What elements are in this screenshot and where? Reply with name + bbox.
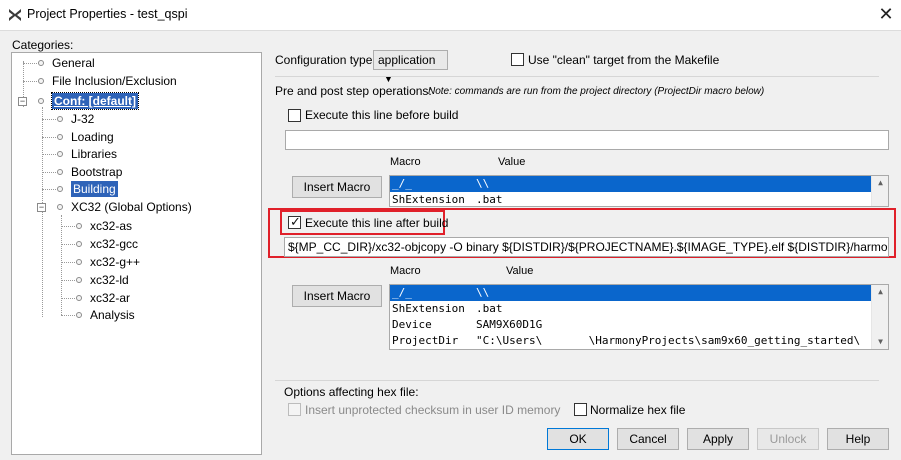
macro-name: Device xyxy=(392,318,432,331)
tree-item-xc32-gcc[interactable]: xc32-gcc xyxy=(76,236,138,252)
tree-item-analysis[interactable]: Analysis xyxy=(76,307,135,323)
tree-item-xc32-global[interactable]: XC32 (Global Options) xyxy=(57,199,192,215)
scroll-down-icon[interactable]: ▼ xyxy=(872,335,888,349)
value-column-header: Value xyxy=(506,265,534,277)
use-clean-checkbox[interactable] xyxy=(511,53,524,66)
insert-macro-button-before[interactable]: Insert Macro xyxy=(292,176,382,198)
macro-column-header: Macro xyxy=(390,156,421,168)
execute-before-checkbox[interactable] xyxy=(288,109,301,122)
divider xyxy=(275,380,879,381)
macro-name: ShExtension xyxy=(392,302,465,315)
unlock-button[interactable]: Unlock xyxy=(757,428,819,450)
tree-item-label: File Inclusion/Exclusion xyxy=(52,74,177,88)
macro-column-header: Macro xyxy=(390,265,421,277)
macro-value: \\ xyxy=(476,177,490,190)
list-item[interactable]: ShExtension .bat xyxy=(390,192,888,206)
divider xyxy=(275,76,879,77)
categories-label: Categories: xyxy=(12,38,74,52)
macro-value: SAM9X60D1G xyxy=(476,318,543,331)
tree-item-label: XC32 (Global Options) xyxy=(71,200,192,214)
macro-name: _/_ xyxy=(392,177,412,190)
before-build-input[interactable] xyxy=(285,130,889,150)
list-item[interactable]: _/_ \\ xyxy=(390,176,871,192)
normalize-hex-checkbox[interactable] xyxy=(574,403,587,416)
tree-item-label: Bootstrap xyxy=(71,165,123,179)
insert-macro-button-after[interactable]: Insert Macro xyxy=(292,285,382,307)
tree-item-label: xc32-ld xyxy=(90,273,129,287)
window-title: Project Properties - test_qspi xyxy=(27,7,188,21)
apply-button[interactable]: Apply xyxy=(687,428,749,450)
tree-item-label: J-32 xyxy=(71,112,95,126)
execute-after-checkbox[interactable] xyxy=(288,214,301,230)
tree-item-label: xc32-g++ xyxy=(90,255,141,269)
close-icon[interactable]: ✕ xyxy=(877,5,895,23)
tree-item-xc32-ld[interactable]: xc32-ld xyxy=(76,272,129,288)
list-item[interactable]: ShExtension .bat xyxy=(390,301,888,317)
tree-item-j32[interactable]: J-32 xyxy=(57,111,94,127)
tree-item-conf-default[interactable]: Conf: [default] xyxy=(38,92,139,110)
insert-checksum-checkbox[interactable] xyxy=(288,403,301,416)
scrollbar[interactable]: ▲ xyxy=(871,176,888,206)
tree-item-label: Libraries xyxy=(71,147,118,161)
macro-value: "C:\Users\ \HarmonyProjects\sam9x60_gett… xyxy=(476,334,861,347)
tree-item-label: Building xyxy=(71,181,118,197)
list-item[interactable]: Device SAM9X60D1G xyxy=(390,317,888,333)
tree-item-file-inclusion[interactable]: File Inclusion/Exclusion xyxy=(38,73,177,89)
tree-item-loading[interactable]: Loading xyxy=(57,129,114,145)
collapse-conf-icon[interactable]: − xyxy=(18,97,27,106)
hex-options-label: Options affecting hex file: xyxy=(284,385,419,399)
collapse-xc32-icon[interactable]: − xyxy=(37,203,46,212)
execute-before-label: Execute this line before build xyxy=(305,108,459,122)
macro-name: ShExtension xyxy=(392,193,465,206)
macro-value: .bat xyxy=(476,193,503,206)
tree-item-bootstrap[interactable]: Bootstrap xyxy=(57,164,122,180)
tree-item-label: xc32-ar xyxy=(90,291,131,305)
categories-tree[interactable]: − − General File Inclusion/Exclusion Con… xyxy=(11,52,262,455)
scroll-up-icon[interactable]: ▲ xyxy=(872,285,888,299)
tree-item-label: General xyxy=(52,56,95,70)
tree-item-xc32-gpp[interactable]: xc32-g++ xyxy=(76,254,140,270)
ok-button[interactable]: OK xyxy=(547,428,609,450)
tree-item-label: Loading xyxy=(71,130,114,144)
config-type-select[interactable]: application▼ xyxy=(373,50,448,84)
scroll-up-icon[interactable]: ▲ xyxy=(872,176,888,190)
tree-item-label: xc32-gcc xyxy=(90,237,139,251)
config-type-value: application xyxy=(378,53,436,67)
prepost-note: Note: commands are run from the project … xyxy=(428,86,765,97)
normalize-hex-label: Normalize hex file xyxy=(590,403,686,417)
execute-after-label: Execute this line after build xyxy=(305,216,449,230)
macro-value: \\ xyxy=(476,286,490,299)
tree-item-xc32-as[interactable]: xc32-as xyxy=(76,218,132,234)
tree-item-general[interactable]: General xyxy=(38,55,95,71)
cancel-button[interactable]: Cancel xyxy=(617,428,679,450)
macro-name: ProjectDir xyxy=(392,334,459,347)
value-column-header: Value xyxy=(498,156,526,168)
macro-list-after[interactable]: _/_ \\ ShExtension .bat Device SAM9X60D1G P… xyxy=(389,284,889,350)
tree-item-building[interactable]: Building xyxy=(57,181,118,197)
tree-item-libraries[interactable]: Libraries xyxy=(57,146,117,162)
tree-item-xc32-ar[interactable]: xc32-ar xyxy=(76,290,130,306)
config-type-label: Configuration type: xyxy=(275,53,376,67)
list-item[interactable]: ProjectDir "C:\Users\ \HarmonyProjects\sa… xyxy=(390,333,871,349)
tree-item-label: Analysis xyxy=(90,308,135,322)
use-clean-label: Use "clean" target from the Makefile xyxy=(528,53,720,67)
macro-name: _/_ xyxy=(392,286,412,299)
macro-list-before[interactable]: _/_ \\ ShExtension .bat ▲ xyxy=(389,175,889,207)
list-item[interactable]: _/_ \\ xyxy=(390,285,871,301)
prepost-label: Pre and post step operations: xyxy=(275,84,432,98)
tree-item-label: xc32-as xyxy=(90,219,133,233)
mplab-app-icon xyxy=(9,9,21,21)
tree-item-label: Conf: [default] xyxy=(51,92,139,110)
scrollbar[interactable]: ▲ ▼ xyxy=(871,285,888,349)
insert-checksum-label: Insert unprotected checksum in user ID m… xyxy=(305,403,561,417)
help-button[interactable]: Help xyxy=(827,428,889,450)
macro-value: .bat xyxy=(476,302,503,315)
after-build-input[interactable]: ${MP_CC_DIR}/xc32-objcopy -O binary ${DI… xyxy=(284,237,889,257)
